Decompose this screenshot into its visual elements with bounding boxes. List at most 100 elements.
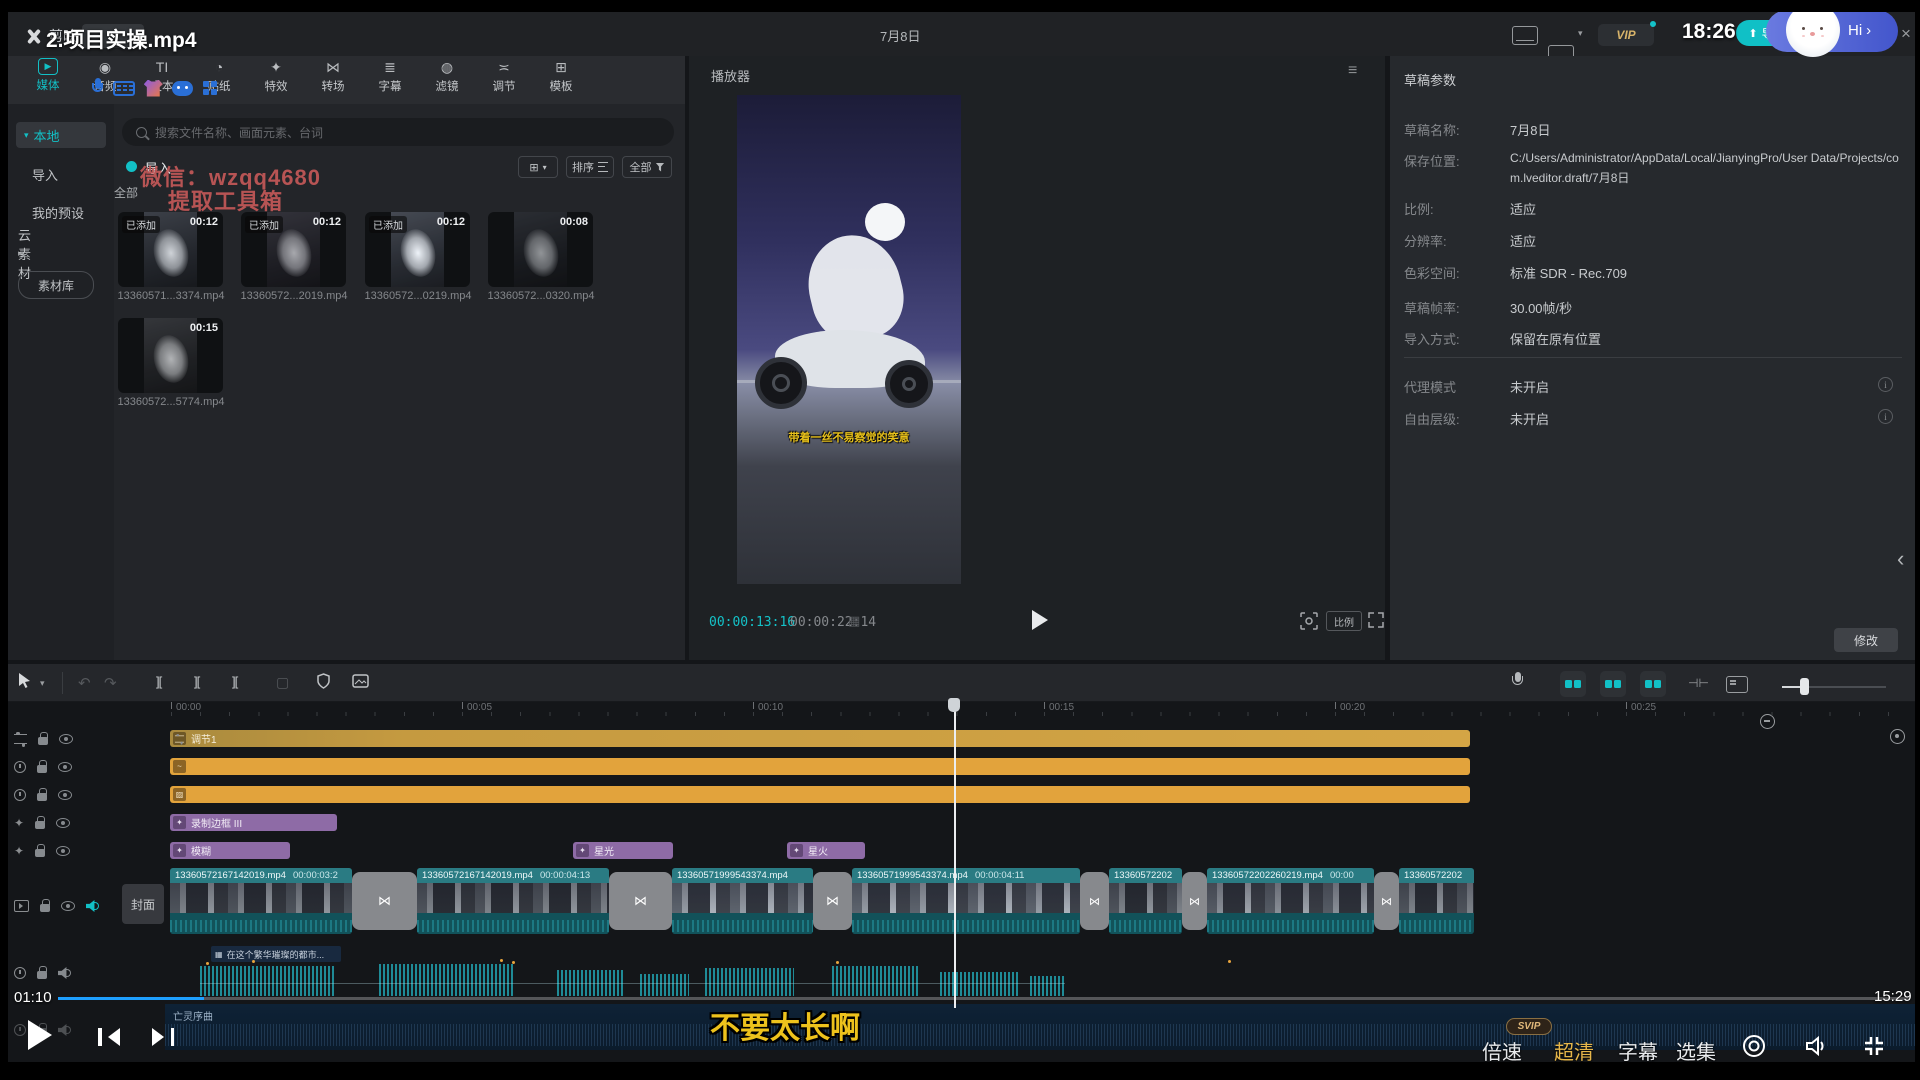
effect-clip[interactable]: ✦星火 — [787, 842, 865, 859]
audio-mute-icon[interactable] — [58, 967, 71, 979]
visibility-icon[interactable] — [61, 901, 75, 911]
tab-adjust[interactable]: ≍调节 — [476, 58, 532, 102]
media-clip-thumb[interactable]: 00:08 — [488, 212, 593, 287]
play-button[interactable] — [1032, 610, 1048, 630]
next-button[interactable] — [152, 1028, 174, 1046]
exit-fullscreen-icon[interactable] — [1862, 1034, 1886, 1063]
shortcut-keys-icon[interactable] — [1512, 26, 1538, 45]
tab-template[interactable]: ⊞模板 — [533, 58, 589, 102]
audio-waveform[interactable] — [1030, 976, 1065, 996]
cover-button[interactable]: 封面 — [122, 884, 164, 924]
lock-icon[interactable] — [37, 765, 47, 773]
mute-icon[interactable] — [86, 900, 99, 912]
sidebar-item-library[interactable]: 素材库 — [18, 271, 94, 299]
link-toggle-icon[interactable] — [1600, 671, 1626, 697]
greeting[interactable]: Hi› — [1848, 22, 1871, 39]
visibility-icon[interactable] — [56, 846, 70, 856]
layout-caret-icon[interactable]: ▾ — [1578, 28, 1583, 39]
audio-waveform[interactable] — [832, 966, 920, 996]
collapse-panel-icon[interactable]: ‹ — [1897, 546, 1904, 572]
effect-clip[interactable]: ✦星光 — [573, 842, 673, 859]
ratio-button[interactable]: 比例 — [1326, 611, 1362, 631]
adjust-clip[interactable]: 调节1 — [170, 730, 1470, 747]
ime-mic-icon[interactable] — [92, 78, 104, 98]
tab-transition[interactable]: ⋈转场 — [305, 58, 361, 102]
media-clip-thumb[interactable]: 00:15 — [118, 318, 223, 393]
transition-block[interactable]: ⋈ — [609, 872, 672, 930]
video-clip[interactable]: 13360571999543374.mp4 — [672, 868, 813, 934]
media-clip-thumb[interactable]: 已添加 00:12 — [118, 212, 223, 287]
filter-clip[interactable]: ~ — [170, 758, 1470, 775]
video-clip[interactable]: 13360572167142019.mp400:00:03:2 — [170, 868, 352, 934]
split-track-icon[interactable]: ⊣⊢ — [1688, 676, 1709, 690]
lock-icon[interactable] — [37, 793, 47, 801]
prev-button[interactable] — [98, 1028, 120, 1046]
search-input[interactable]: 搜索文件名称、画面元素、台词 — [122, 118, 674, 146]
audio-waveform[interactable] — [640, 974, 689, 996]
delete-icon[interactable]: ▢ — [276, 674, 289, 691]
audio-waveform[interactable] — [379, 964, 513, 996]
episodes-menu[interactable]: 选集 — [1676, 1036, 1716, 1065]
tool-caret-icon[interactable]: ▾ — [40, 678, 45, 689]
sidebar-item-cloud[interactable]: ▸ 云素材 — [18, 248, 23, 259]
media-clip-thumb[interactable]: 已添加 00:12 — [241, 212, 346, 287]
cover-settings-icon[interactable] — [1726, 676, 1748, 693]
tab-filters[interactable]: ◍滤镜 — [419, 58, 475, 102]
preview-axis-toggle-icon[interactable] — [1640, 671, 1666, 697]
player-menu-icon[interactable]: ≡ — [1348, 62, 1357, 80]
lock-icon[interactable] — [37, 971, 47, 979]
effect-clip[interactable]: ✦模糊 — [170, 842, 290, 859]
tab-media[interactable]: ▶媒体 — [20, 58, 76, 102]
quality-menu[interactable]: 超清 — [1554, 1036, 1594, 1065]
playhead-handle[interactable] — [948, 698, 960, 712]
seek-bar[interactable] — [58, 997, 1910, 1000]
text-clip[interactable]: ▦ 在这个繁华璀璨的都市... — [211, 946, 341, 962]
zoom-slider-handle[interactable] — [1800, 678, 1809, 695]
lock-icon[interactable] — [35, 849, 45, 857]
transition-block[interactable]: ⋈ — [1374, 872, 1399, 930]
ime-emoji-icon[interactable] — [172, 81, 193, 96]
transition-block[interactable]: ⋈ — [1080, 872, 1109, 930]
transition-block[interactable]: ⋈ — [813, 872, 852, 930]
captions-menu[interactable]: 字幕 — [1618, 1036, 1658, 1065]
media-clip-thumb[interactable]: 已添加 00:12 — [365, 212, 470, 287]
player-play-button[interactable] — [28, 1020, 52, 1050]
video-clip[interactable]: 13360572202 — [1109, 868, 1182, 934]
close-icon[interactable]: × — [1901, 24, 1911, 44]
visibility-icon[interactable] — [58, 762, 72, 772]
zoom-fit-icon[interactable] — [1890, 729, 1905, 744]
ime-toolbox-icon[interactable] — [202, 80, 218, 96]
effect-clip[interactable]: ✦录制边框 III — [170, 814, 337, 831]
filter-clip[interactable]: ▨ — [170, 786, 1470, 803]
lock-icon[interactable] — [38, 737, 48, 745]
volume-icon[interactable] — [1804, 1034, 1830, 1063]
sidebar-item-presets[interactable]: 我的预设 — [32, 203, 84, 222]
audio-waveform[interactable] — [940, 972, 1020, 996]
video-clip[interactable]: 13360572202 — [1399, 868, 1474, 934]
trim-left-icon[interactable]: ][ — [194, 674, 199, 689]
transition-block[interactable]: ⋈ — [1182, 872, 1207, 930]
ime-keyboard-icon[interactable] — [113, 81, 135, 96]
video-clip[interactable]: 13360571999543374.mp400:00:04:11 — [852, 868, 1080, 934]
frame-grid-icon[interactable]: ▦ — [848, 613, 860, 629]
visibility-icon[interactable] — [58, 790, 72, 800]
sidebar-item-local[interactable]: ▾ 本地 — [16, 122, 106, 148]
modify-button[interactable]: 修改 — [1834, 628, 1898, 652]
visibility-icon[interactable] — [56, 818, 70, 828]
tab-captions[interactable]: ≣字幕 — [362, 58, 418, 102]
video-clip[interactable]: 13360572202260219.mp400:00 — [1207, 868, 1374, 934]
info-icon[interactable]: i — [1878, 409, 1893, 424]
fullscreen-icon[interactable] — [1368, 612, 1384, 633]
tab-sticker[interactable]: ◔贴纸 — [191, 58, 247, 102]
filter-button[interactable]: 全部 — [622, 156, 672, 178]
view-mode-button[interactable]: ⊞ ▾ — [518, 156, 558, 178]
undo-icon[interactable]: ↶ — [78, 674, 91, 692]
freeze-shield-icon[interactable] — [316, 673, 331, 694]
info-icon[interactable]: i — [1878, 377, 1893, 392]
focus-icon[interactable] — [1300, 612, 1318, 635]
redo-icon[interactable]: ↷ — [104, 674, 117, 692]
playhead-line[interactable] — [954, 700, 956, 1008]
lock-icon[interactable] — [35, 821, 45, 829]
sidebar-item-import[interactable]: 导入 — [32, 165, 58, 184]
lock-icon[interactable] — [40, 904, 50, 912]
